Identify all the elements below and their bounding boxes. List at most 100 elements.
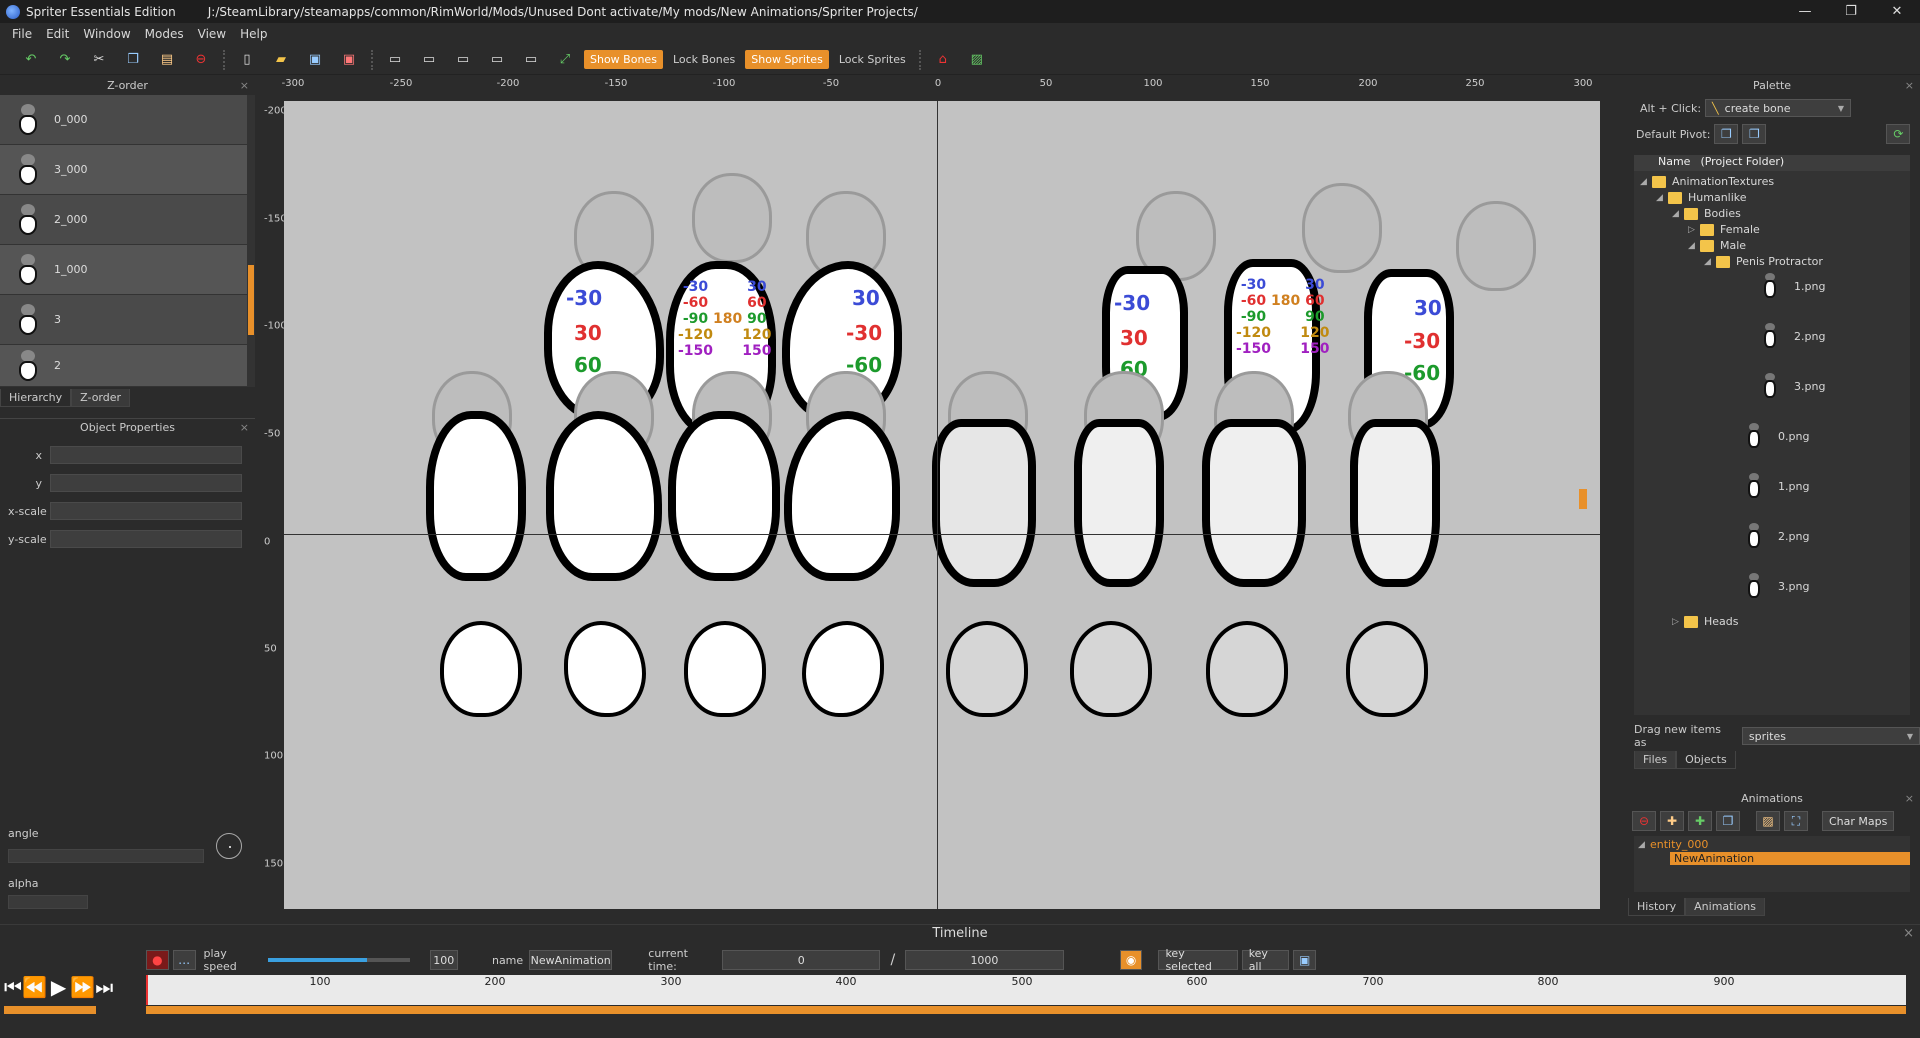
tree-folder-penis-protractor[interactable]: ◢ Penis Protractor (1704, 255, 1823, 268)
layout-4-icon[interactable]: ▭ (487, 50, 507, 70)
timeline-settings-icon[interactable]: ▣ (1293, 950, 1317, 970)
head-sprite[interactable] (440, 621, 522, 717)
alt-click-dropdown[interactable]: ╲ create bone (1705, 99, 1852, 117)
char-maps-button[interactable]: Char Maps (1822, 811, 1895, 831)
image-icon[interactable]: ▨ (967, 50, 987, 70)
tree-file[interactable]: 1.png (1746, 473, 1809, 499)
play-speed-input[interactable]: 100 (429, 950, 458, 970)
keyframe-icon[interactable]: ◉ (1119, 950, 1143, 970)
playhead[interactable] (146, 975, 148, 1005)
alpha-slider[interactable] (8, 895, 88, 909)
paste-icon[interactable]: ▤ (157, 50, 177, 70)
key-selected-button[interactable]: key selected (1158, 947, 1238, 973)
close-icon[interactable]: × (240, 419, 249, 437)
copy-icon[interactable]: ❐ (123, 50, 143, 70)
timeline-track[interactable]: 100 200 300 400 500 600 700 800 900 (146, 975, 1906, 1005)
minimize-button[interactable]: — (1782, 0, 1828, 23)
play-speed-slider[interactable] (268, 958, 410, 962)
close-icon[interactable]: × (1905, 77, 1914, 95)
ghost-head-sprite[interactable] (692, 173, 772, 263)
z-order-item[interactable]: 3_000 (0, 145, 255, 195)
fit-view-icon[interactable]: ⤢ (555, 50, 575, 70)
close-button[interactable]: ✕ (1874, 0, 1920, 23)
prop-y-input[interactable] (50, 474, 242, 492)
close-icon[interactable]: × (1905, 790, 1914, 808)
ghost-head-sprite[interactable] (1302, 183, 1382, 273)
first-frame-icon[interactable]: ⏮ (4, 975, 22, 999)
redo-icon[interactable]: ↷ (55, 50, 75, 70)
timeline-range-bar[interactable] (146, 1006, 1906, 1014)
layout-5-icon[interactable]: ▭ (521, 50, 541, 70)
new-file-icon[interactable]: ▯ (237, 50, 257, 70)
tree-folder-heads[interactable]: ▷ Heads (1672, 615, 1739, 628)
delete-icon[interactable]: ⊖ (191, 50, 211, 70)
tab-animations[interactable]: Animations (1685, 898, 1765, 916)
fullscreen-icon[interactable]: ⛶ (1784, 811, 1808, 831)
delete-animation-icon[interactable]: ⊖ (1632, 811, 1656, 831)
female-body-sprite[interactable] (426, 411, 526, 581)
animation-name-input[interactable]: NewAnimation (529, 950, 613, 970)
undo-icon[interactable]: ↶ (21, 50, 41, 70)
key-all-button[interactable]: key all (1241, 947, 1290, 973)
drag-items-dropdown[interactable]: sprites (1741, 727, 1920, 745)
save-icon[interactable]: ▣ (305, 50, 325, 70)
tree-file[interactable]: 3.png (1746, 573, 1809, 599)
layout-2-icon[interactable]: ▭ (419, 50, 439, 70)
male-body-sprite[interactable] (1074, 419, 1164, 587)
tree-file[interactable]: 0.png (1746, 423, 1809, 449)
z-order-item[interactable]: 2_000 (0, 195, 255, 245)
ghost-head-sprite[interactable] (1456, 201, 1536, 291)
tree-folder-humanlike[interactable]: ◢ Humanlike (1656, 191, 1747, 204)
menu-view[interactable]: View (198, 27, 226, 41)
menu-edit[interactable]: Edit (46, 27, 69, 41)
menu-file[interactable]: File (12, 27, 32, 41)
current-time-input[interactable]: 0 (721, 950, 881, 970)
duplicate-animation-icon[interactable]: ❐ (1716, 811, 1740, 831)
angle-slider[interactable] (8, 849, 204, 863)
entity-node[interactable]: ◢ entity_000 (1638, 838, 1708, 851)
tab-objects[interactable]: Objects (1676, 751, 1736, 769)
show-sprites-toggle[interactable]: Show Sprites (745, 50, 829, 69)
tree-file[interactable]: 2.png (1762, 323, 1825, 349)
z-order-item[interactable]: 0_000 (0, 95, 255, 145)
close-icon[interactable]: × (1903, 925, 1914, 943)
menu-help[interactable]: Help (240, 27, 267, 41)
prop-yscale-input[interactable] (50, 530, 242, 548)
head-sprite[interactable] (1346, 621, 1428, 717)
head-sprite[interactable] (946, 621, 1028, 717)
z-order-item[interactable]: 2 (0, 345, 255, 387)
magnet-icon[interactable]: ⌂ (933, 50, 953, 70)
tab-z-order[interactable]: Z-order (71, 389, 131, 407)
refresh-icon[interactable]: ⟳ (1886, 124, 1911, 144)
last-frame-icon[interactable]: ⏭ (95, 975, 113, 999)
menu-window[interactable]: Window (83, 27, 130, 41)
canvas-stage[interactable]: -30 30 60 -30 30 -60 60 -90 180 90 -120 120 -… (284, 101, 1600, 909)
male-body-sprite[interactable] (1202, 419, 1306, 587)
add-animation-icon[interactable]: ✚ (1688, 811, 1712, 831)
female-body-sprite[interactable] (784, 411, 900, 581)
male-body-sprite[interactable] (932, 419, 1036, 587)
tree-folder-male[interactable]: ◢ Male (1688, 239, 1746, 252)
head-sprite[interactable] (564, 621, 646, 717)
prev-frame-icon[interactable]: ⏪ (22, 975, 47, 999)
prop-x-input[interactable] (50, 446, 242, 464)
tree-file[interactable]: 2.png (1746, 523, 1809, 549)
tab-history[interactable]: History (1628, 898, 1686, 916)
head-sprite[interactable] (1206, 621, 1288, 717)
head-sprite[interactable] (1070, 621, 1152, 717)
tree-folder-female[interactable]: ▷ Female (1688, 223, 1760, 236)
tree-folder-bodies[interactable]: ◢ Bodies (1672, 207, 1741, 220)
z-order-item[interactable]: 3 (0, 295, 255, 345)
z-order-scrollbar[interactable] (247, 95, 255, 387)
z-order-item[interactable]: 1_000 (0, 245, 255, 295)
pivot-paste-button[interactable]: ❐ (1742, 124, 1767, 144)
animation-node-selected[interactable]: NewAnimation (1670, 852, 1910, 865)
prop-xscale-input[interactable] (50, 502, 242, 520)
restore-button[interactable]: ❐ (1828, 0, 1874, 23)
add-entity-icon[interactable]: ✚ (1660, 811, 1684, 831)
tree-folder-animationtextures[interactable]: ◢ AnimationTextures (1640, 175, 1774, 188)
canvas-v-scroll-thumb[interactable] (1579, 489, 1587, 509)
tab-hierarchy[interactable]: Hierarchy (0, 389, 72, 407)
close-icon[interactable]: × (240, 77, 249, 95)
animation-length-input[interactable]: 1000 (905, 950, 1064, 970)
